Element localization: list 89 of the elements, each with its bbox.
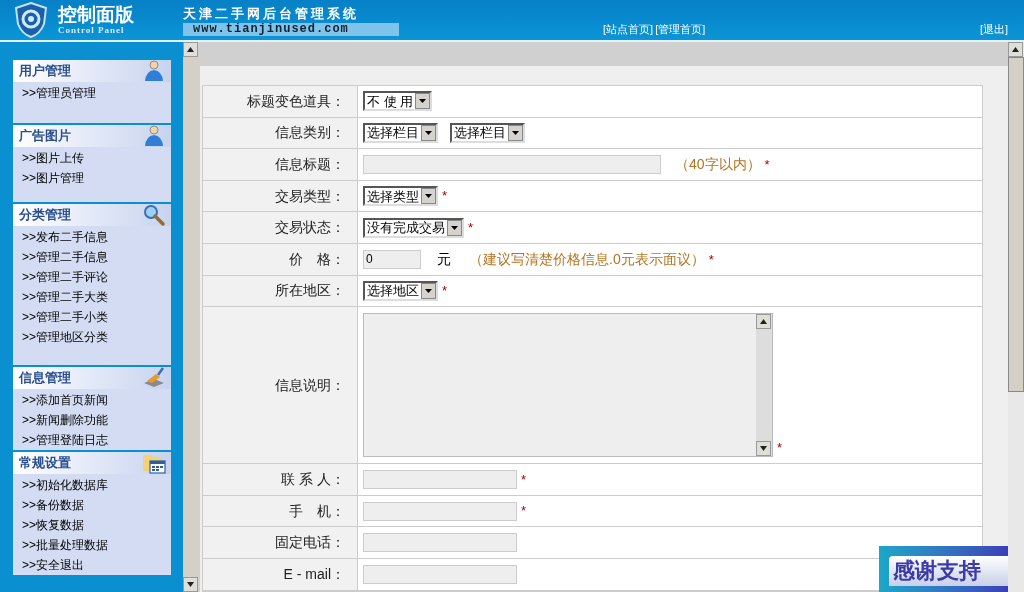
dropdown[interactable]: 不 使 用 [363, 91, 433, 112]
title-input-field[interactable] [363, 155, 661, 174]
dropdown[interactable]: 选择类型 [363, 186, 438, 207]
form-label: 固定电话： [203, 527, 358, 558]
caret-icon [512, 130, 519, 135]
menu-section-title: 广告图片 [19, 127, 71, 146]
caret-icon [425, 130, 432, 135]
menu-item[interactable]: >>安全退出 [22, 555, 171, 575]
hint-text: （40字以内） [675, 155, 761, 174]
logo-title: 控制面版 [58, 5, 134, 24]
required-mark: * [764, 155, 770, 174]
triangle-down-icon [187, 582, 194, 587]
menu-item[interactable]: >>发布二手信息 [22, 227, 171, 247]
unit-label: 元 [437, 249, 451, 269]
menu-item[interactable]: >>管理二手信息 [22, 247, 171, 267]
scroll-up-button[interactable] [183, 42, 198, 57]
menu-item[interactable]: >>新闻删除功能 [22, 410, 171, 430]
triangle-down-icon [760, 446, 767, 452]
menu-section-title: 分类管理 [19, 206, 71, 225]
required-mark: * [777, 438, 783, 457]
form-label: 所在地区： [203, 275, 358, 307]
triangle-up-icon [1012, 47, 1019, 52]
input-field[interactable] [363, 533, 517, 553]
person-icon [142, 124, 166, 148]
page-scrollbar[interactable] [1008, 42, 1024, 592]
dropdown[interactable]: 选择栏目 [363, 122, 438, 143]
site-title: 天津二手网后台管理系统 [183, 4, 360, 23]
required-mark: * [442, 282, 448, 301]
required-mark: * [708, 250, 714, 269]
required-mark: * [521, 470, 527, 489]
caret-icon [419, 99, 427, 104]
form-label: 信息类别： [203, 117, 358, 149]
form-label: 标题变色道具： [203, 86, 358, 117]
input-field[interactable] [363, 469, 517, 489]
form-label: E - mail： [203, 558, 358, 590]
menu-item[interactable]: >>初始化数据库 [22, 475, 171, 495]
required-mark: * [521, 502, 527, 521]
hint-text: （建议写清楚价格信息.0元表示面议） [469, 249, 705, 269]
scroll-up-button[interactable] [1008, 42, 1023, 57]
menu-item[interactable]: >>图片上传 [22, 148, 171, 168]
dropdown[interactable]: 选择栏目 [450, 122, 525, 143]
form-label: 手 机： [203, 495, 358, 527]
required-mark: * [442, 187, 448, 206]
menu-item[interactable]: >>管理二手大类 [22, 287, 171, 307]
menu-item[interactable]: >>管理登陆日志 [22, 430, 171, 450]
scroll-up-button[interactable] [756, 314, 771, 330]
form-label: 价 格： [203, 243, 358, 275]
menu-section-title: 用户管理 [19, 62, 71, 81]
form-label: 联 系 人： [203, 464, 358, 495]
brush-icon [142, 366, 166, 390]
menu-item[interactable]: >>添加首页新闻 [22, 390, 171, 410]
form-label: 交易类型： [203, 180, 358, 212]
menu-item[interactable]: >>图片管理 [22, 168, 171, 188]
dropdown[interactable]: 选择地区 [363, 280, 438, 301]
person-icon [142, 59, 166, 83]
required-mark: * [468, 218, 474, 237]
header-link[interactable]: [站点首页] [603, 20, 654, 37]
input-field[interactable] [363, 501, 517, 521]
caret-icon [425, 194, 432, 199]
form-label: 信息说明： [203, 307, 358, 464]
input-field[interactable] [363, 564, 517, 584]
scroll-down-button[interactable] [183, 577, 198, 592]
shield-icon [14, 2, 48, 38]
menu-item[interactable]: >>批量处理数据 [22, 535, 171, 555]
menu-item[interactable]: >>管理地区分类 [22, 327, 171, 347]
triangle-up-icon [187, 47, 194, 52]
caret-icon [425, 288, 432, 293]
price-input-field[interactable]: 0 [363, 249, 421, 269]
scroll-thumb[interactable] [1008, 57, 1024, 392]
menu-item[interactable]: >>恢复数据 [22, 515, 171, 535]
menu-item[interactable]: >>管理员管理 [22, 83, 171, 103]
search-icon [142, 203, 166, 227]
menu-section-title: 信息管理 [19, 369, 71, 388]
form-label: 信息标题： [203, 149, 358, 180]
menu-item[interactable]: >>管理二手评论 [22, 267, 171, 287]
menu-section-title: 常规设置 [19, 454, 71, 473]
header-link[interactable]: [管理首页] [655, 20, 706, 37]
form-label: 交易状态： [203, 212, 358, 243]
thanks-badge[interactable]: 感谢支持 [879, 546, 1008, 592]
caret-icon [451, 225, 458, 230]
site-url: www.tianjinused.com [183, 22, 399, 36]
dropdown[interactable]: 没有完成交易 [363, 217, 464, 238]
logo-subtitle: Control Panel [58, 26, 126, 35]
scroll-down-button[interactable] [756, 441, 771, 457]
triangle-up-icon [760, 319, 767, 325]
menu-item[interactable]: >>管理二手小类 [22, 307, 171, 327]
sidebar-scrollbar[interactable] [183, 42, 200, 592]
menu-item[interactable]: >>备份数据 [22, 495, 171, 515]
logout-link[interactable]: [退出] [979, 20, 1008, 37]
